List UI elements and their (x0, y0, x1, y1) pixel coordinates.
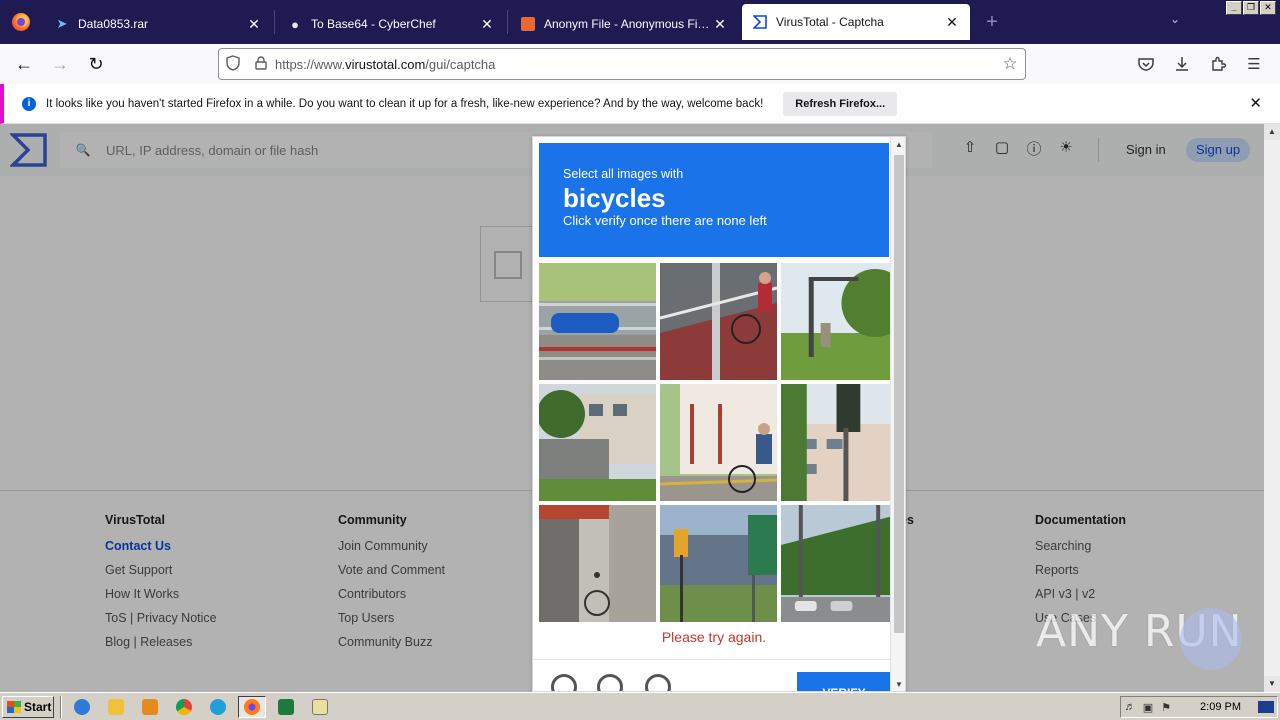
taskbar: Start ♬ ▣ ⚑ 2:09 PM (0, 692, 1280, 720)
chevron-down-icon[interactable]: ⌄ (1170, 12, 1180, 26)
scroll-up-icon[interactable]: ▲ (891, 137, 905, 153)
audio-icon[interactable] (597, 674, 623, 691)
firefox-icon (12, 13, 30, 31)
chef-icon: ● (291, 16, 299, 32)
taskbar-separator (60, 695, 62, 718)
show-desktop-icon[interactable] (1258, 701, 1274, 713)
image-tile[interactable] (660, 505, 777, 622)
scroll-down-icon[interactable]: ▼ (1264, 676, 1280, 692)
prompt-instruction: Click verify once there are none left (563, 213, 767, 228)
close-icon[interactable]: ✕ (1249, 94, 1262, 112)
watermark-circle (1180, 608, 1242, 670)
captcha-challenge: Select all images with bicycles Click ve… (532, 136, 906, 692)
info-icon: i (22, 96, 36, 111)
tab-anonymfile[interactable]: Anonym File - Anonymous File Uplo ✕ (510, 4, 738, 44)
image-tile[interactable] (539, 505, 656, 622)
media-player-icon[interactable] (136, 696, 164, 718)
scroll-up-icon[interactable]: ▲ (1264, 124, 1280, 140)
restore-icon[interactable]: ❐ (1243, 1, 1259, 15)
anonym-icon (520, 16, 536, 32)
notification-text: It looks like you haven't started Firefo… (46, 97, 764, 110)
system-tray: ♬ ▣ ⚑ 2:09 PM (1120, 696, 1278, 718)
forward-icon[interactable]: → (42, 48, 78, 80)
verify-button[interactable]: VERIFY (797, 672, 891, 691)
quick-launch (68, 695, 334, 718)
navigation-bar: ← → ↻ https://www.virustotal.com/gui/cap… (0, 44, 1280, 84)
lock-icon[interactable] (247, 55, 275, 73)
extensions-icon[interactable] (1200, 48, 1236, 80)
bookmark-star-icon[interactable]: ☆ (995, 54, 1025, 74)
firefox-taskbar-icon[interactable] (238, 695, 266, 718)
image-tile[interactable] (539, 263, 656, 380)
explorer-icon[interactable] (102, 696, 130, 718)
tab-title: Anonym File - Anonymous File Uplo (544, 17, 712, 31)
image-grid (539, 263, 897, 622)
clock: 2:09 PM (1200, 701, 1241, 713)
info-icon[interactable] (645, 674, 671, 691)
ie-icon[interactable] (68, 696, 96, 718)
download-icon[interactable] (1164, 48, 1200, 80)
start-button[interactable]: Start (2, 695, 54, 718)
close-icon[interactable]: ✕ (944, 14, 960, 31)
url-text[interactable]: https://www.virustotal.com/gui/captcha (275, 57, 995, 72)
prompt-line: Select all images with (563, 167, 684, 181)
tab-title: VirusTotal - Captcha (776, 15, 884, 29)
page-scrollbar[interactable]: ▲ ▼ (1264, 124, 1280, 692)
windows-logo-icon (7, 700, 21, 713)
image-tile[interactable] (660, 384, 777, 501)
firefox-menu[interactable] (0, 0, 42, 44)
challenge-footer: VERIFY (533, 659, 891, 691)
close-window-icon[interactable]: ✕ (1260, 1, 1276, 15)
tab-separator (274, 10, 275, 34)
image-tile[interactable] (781, 505, 897, 622)
refresh-firefox-button[interactable]: Refresh Firefox... (783, 91, 898, 116)
image-tile[interactable] (781, 384, 897, 501)
tab-separator (507, 10, 508, 34)
tab-title: Data0853.rar (78, 17, 149, 31)
close-icon[interactable]: ✕ (246, 16, 262, 33)
anyrun-watermark: ANY RUN (1036, 606, 1243, 670)
reload-icon[interactable]: ↻ (78, 48, 114, 80)
tab-bar: ➤ Data0853.rar ✕ ● To Base64 - CyberChef… (0, 0, 1280, 44)
refresh-icon[interactable] (551, 674, 577, 691)
prompt-keyword: bicycles (563, 183, 666, 213)
shield-icon[interactable] (219, 54, 247, 74)
minimize-icon[interactable]: _ (1226, 1, 1242, 15)
chrome-icon[interactable] (170, 696, 198, 718)
window-controls: _ ❐ ✕ (1226, 1, 1276, 15)
tab-data0853[interactable]: ➤ Data0853.rar ✕ (44, 4, 272, 44)
new-tab-button[interactable]: + (972, 0, 1012, 44)
challenge-prompt: Select all images with bicycles Click ve… (539, 143, 889, 257)
tab-cyberchef[interactable]: ● To Base64 - CyberChef ✕ (277, 4, 505, 44)
challenge-scrollbar[interactable]: ▲ ▼ (890, 137, 905, 691)
image-tile[interactable] (539, 384, 656, 501)
pocket-icon[interactable] (1128, 48, 1164, 80)
excel-icon[interactable] (272, 696, 300, 718)
volume-icon[interactable]: ♬ (1121, 701, 1139, 713)
tab-title: To Base64 - CyberChef (311, 17, 436, 31)
image-tile[interactable] (660, 263, 777, 380)
scroll-thumb[interactable] (894, 155, 904, 633)
image-tile[interactable] (781, 263, 897, 380)
refresh-notification: i It looks like you haven't started Fire… (0, 84, 1280, 124)
hamburger-menu-icon[interactable]: ☰ (1236, 48, 1272, 80)
error-message: Please try again. (661, 629, 767, 645)
tab-virustotal[interactable]: VirusTotal - Captcha ✕ (742, 4, 970, 40)
close-icon[interactable]: ✕ (712, 16, 728, 33)
scroll-down-icon[interactable]: ▼ (891, 677, 905, 691)
start-label: Start (24, 699, 52, 714)
flag-icon[interactable]: ⚑ (1157, 701, 1175, 714)
back-icon[interactable]: ← (6, 48, 42, 80)
file-icon: ➤ (56, 16, 68, 31)
url-bar[interactable]: https://www.virustotal.com/gui/captcha ☆ (218, 48, 1026, 80)
toolbar-right: ☰ (1128, 48, 1272, 80)
close-icon[interactable]: ✕ (479, 16, 495, 33)
virustotal-icon (752, 14, 768, 30)
notepad-icon[interactable] (306, 696, 334, 718)
edge-icon[interactable] (204, 696, 232, 718)
network-icon[interactable]: ▣ (1139, 701, 1157, 714)
